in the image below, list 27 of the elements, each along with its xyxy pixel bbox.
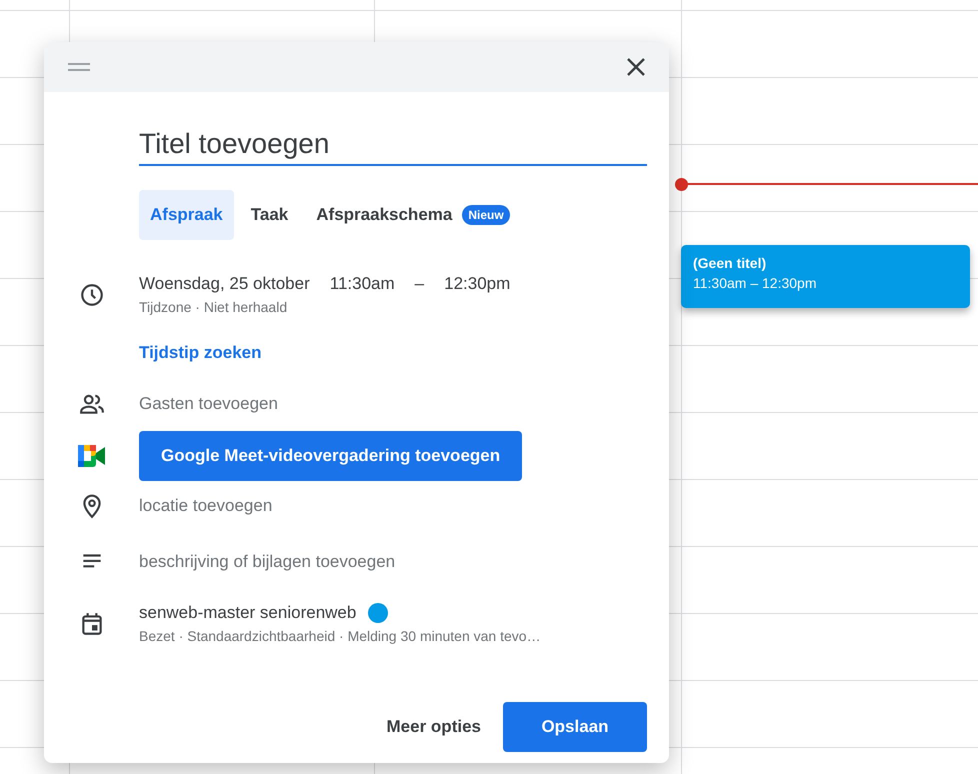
add-description-field[interactable]: beschrijving of bijlagen toevoegen — [139, 552, 396, 572]
new-badge: Nieuw — [462, 205, 510, 225]
event-title: (Geen titel) — [693, 254, 768, 273]
clock-icon — [78, 282, 104, 308]
save-button[interactable]: Opslaan — [503, 702, 647, 752]
find-time-link[interactable]: Tijdstip zoeken — [139, 343, 262, 363]
event-chip[interactable]: (Geen titel) 11:30am – 12:30pm — [681, 245, 970, 308]
more-options-button[interactable]: Meer opties — [384, 707, 483, 747]
event-type-tab[interactable]: Taak — [240, 190, 300, 240]
time-separator: – — [414, 274, 424, 294]
close-icon[interactable] — [627, 58, 645, 76]
add-guests-field[interactable]: Gasten toevoegen — [139, 394, 278, 414]
calendar-details[interactable]: Bezet · Standaardzichtbaarheid · Melding 30 minuten van tevo… — [139, 628, 541, 644]
date-details[interactable]: Tijdzone · Niet herhaald — [139, 299, 510, 315]
event-type-tab[interactable]: Afspraakschema Nieuw — [305, 190, 521, 240]
add-meet-button[interactable]: Google Meet-videovergadering toevoegen — [139, 431, 522, 481]
start-time[interactable]: 11:30am — [330, 274, 395, 294]
event-time: 11:30am – 12:30pm — [693, 274, 818, 293]
video-camera-icon — [78, 445, 106, 467]
calendar-color-dot[interactable] — [368, 603, 388, 623]
drag-handle-icon[interactable] — [68, 63, 90, 71]
event-type-tab[interactable]: Afspraak — [139, 190, 234, 240]
event-date[interactable]: Woensdag, 25 oktober — [139, 274, 310, 294]
add-location-field[interactable]: locatie toevoegen — [139, 496, 272, 516]
calendar-name[interactable]: senweb-master seniorenweb — [139, 603, 356, 623]
end-time[interactable]: 12:30pm — [444, 274, 510, 294]
current-time-dot — [675, 178, 688, 191]
